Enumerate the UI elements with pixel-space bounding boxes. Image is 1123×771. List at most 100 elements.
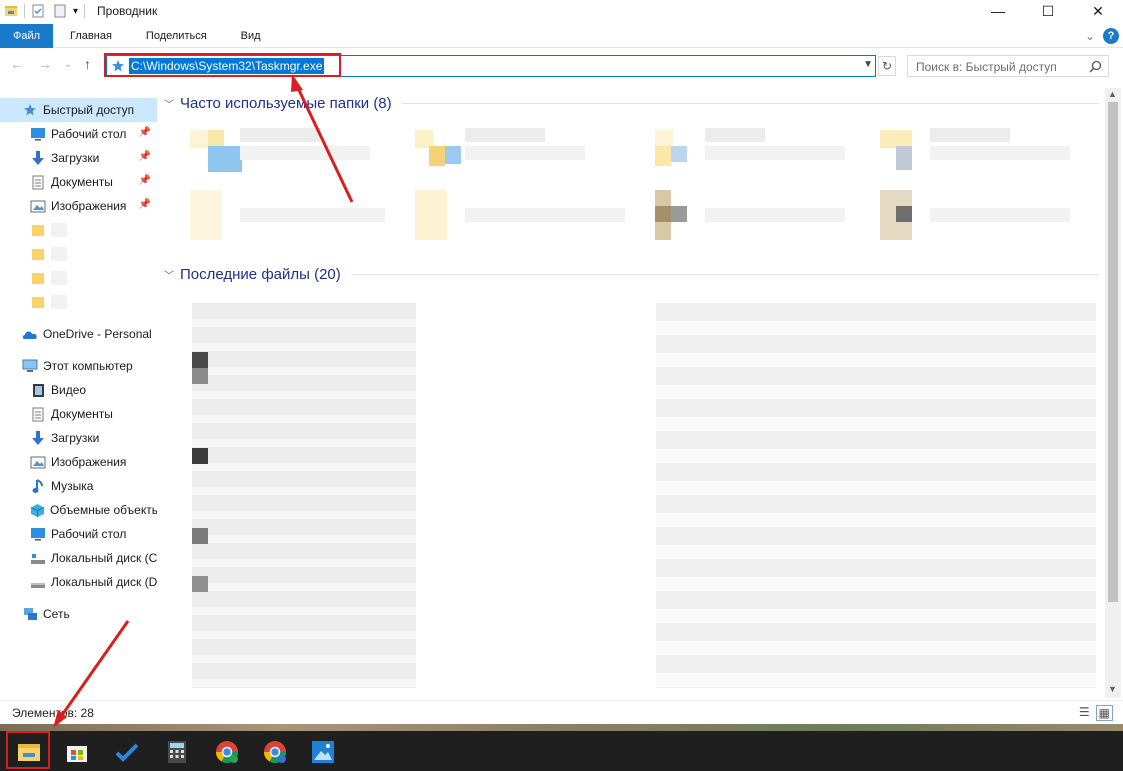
sidebar-item-label: Загрузки — [51, 151, 100, 165]
sidebar-item-downloads-pc[interactable]: Загрузки — [0, 426, 157, 450]
folder-tile[interactable] — [415, 126, 615, 176]
close-button[interactable]: ✕ — [1073, 0, 1123, 22]
pin-icon[interactable]: 📌 — [139, 175, 151, 186]
chrome-s-icon[interactable] — [258, 735, 292, 769]
folder-tile[interactable] — [880, 190, 1080, 240]
folder-icon — [30, 294, 46, 310]
chrome-c-icon[interactable] — [210, 735, 244, 769]
file-icon — [192, 528, 208, 544]
item-count: Элементов: 28 — [12, 706, 94, 720]
sidebar-item-3d-objects[interactable]: Объемные объекты — [0, 498, 157, 522]
help-icon[interactable]: ? — [1103, 28, 1119, 44]
folder-icon — [30, 270, 46, 286]
file-icon — [192, 576, 208, 592]
group-title: Последние файлы (20) — [180, 266, 341, 283]
sidebar-item-folder[interactable] — [0, 218, 157, 242]
sidebar-item-desktop-pc[interactable]: Рабочий стол — [0, 522, 157, 546]
sidebar-item-pictures[interactable]: Изображения 📌 — [0, 194, 157, 218]
blurred-label — [51, 295, 67, 309]
properties-icon[interactable] — [31, 4, 45, 18]
pin-icon[interactable]: 📌 — [139, 127, 151, 138]
folder-icon — [30, 222, 46, 238]
onedrive-cloud-icon — [22, 326, 38, 342]
sidebar-item-label: Локальный диск (D:) — [51, 575, 157, 589]
search-box[interactable]: Поиск в: Быстрый доступ — [907, 55, 1109, 77]
tab-share[interactable]: Поделиться — [129, 24, 224, 48]
new-folder-icon[interactable] — [53, 4, 67, 18]
network-icon — [22, 606, 38, 622]
sidebar-item-desktop[interactable]: Рабочий стол 📌 — [0, 122, 157, 146]
separator — [84, 4, 86, 18]
title-bar: ▾ Проводник — ☐ ✕ — [0, 0, 1123, 22]
search-input[interactable]: Поиск в: Быстрый доступ — [916, 60, 1057, 74]
folder-tile[interactable] — [655, 190, 855, 240]
sidebar-item-label: Сеть — [43, 607, 70, 621]
photos-icon[interactable] — [306, 735, 340, 769]
taskbar — [0, 731, 1123, 771]
folder-tile[interactable] — [190, 190, 390, 240]
sidebar-item-documents[interactable]: Документы 📌 — [0, 170, 157, 194]
sidebar-item-label: Документы — [51, 407, 113, 421]
tab-home[interactable]: Главная — [53, 24, 129, 48]
window-title: Проводник — [97, 4, 158, 18]
sidebar-item-this-pc[interactable]: Этот компьютер — [0, 354, 157, 378]
sidebar-item-drive-d[interactable]: Локальный диск (D:) — [0, 570, 157, 594]
store-icon[interactable] — [60, 735, 94, 769]
todo-icon[interactable] — [110, 735, 144, 769]
sidebar-item-downloads[interactable]: Загрузки 📌 — [0, 146, 157, 170]
calculator-icon[interactable] — [160, 735, 194, 769]
frequent-folders-header[interactable]: ﹀ Часто используемые папки (8) — [164, 95, 1099, 112]
folder-tile[interactable] — [415, 190, 625, 240]
sidebar-item-onedrive[interactable]: OneDrive - Personal — [0, 322, 157, 346]
chevron-down-icon[interactable]: ﹀ — [164, 96, 174, 111]
status-bar: Элементов: 28 ☰ ▦ — [0, 700, 1123, 724]
recent-locations-button[interactable]: ⌄ — [64, 59, 72, 70]
sidebar-item-label: Быстрый доступ — [43, 103, 135, 117]
vertical-scrollbar[interactable]: ▲ ▼ — [1105, 88, 1121, 698]
large-icons-view-icon[interactable]: ▦ — [1095, 705, 1113, 721]
up-button[interactable]: ↑ — [84, 56, 91, 72]
sidebar-item-label: Видео — [51, 383, 87, 397]
pin-icon[interactable]: 📌 — [139, 151, 151, 162]
scroll-up-icon[interactable]: ▲ — [1108, 89, 1117, 99]
drive-c-icon — [30, 550, 46, 566]
sidebar-item-video[interactable]: Видео — [0, 378, 157, 402]
sidebar-item-label: Документы — [51, 175, 113, 189]
sidebar-item-quick-access[interactable]: Быстрый доступ — [0, 98, 157, 122]
navigation-pane: Быстрый доступ Рабочий стол 📌 Загрузки 📌… — [0, 98, 157, 698]
sidebar-item-drive-c[interactable]: Локальный диск (C:) — [0, 546, 157, 570]
sidebar-item-label: Объемные объекты — [50, 503, 157, 517]
folder-tile[interactable] — [655, 126, 855, 176]
folder-icon — [30, 246, 46, 262]
chevron-down-icon[interactable]: ﹀ — [164, 267, 174, 282]
quick-access-dropdown-icon[interactable]: ▾ — [73, 6, 78, 17]
tab-view[interactable]: Вид — [224, 24, 278, 48]
folder-tile[interactable] — [880, 126, 1080, 176]
pictures-icon — [30, 454, 46, 470]
forward-button[interactable]: → — [38, 56, 52, 72]
minimize-button[interactable]: — — [973, 0, 1023, 22]
sidebar-item-music[interactable]: Музыка — [0, 474, 157, 498]
file-icon — [192, 352, 208, 368]
maximize-button[interactable]: ☐ — [1023, 0, 1073, 22]
sidebar-item-folder[interactable] — [0, 242, 157, 266]
sidebar-item-folder[interactable] — [0, 290, 157, 314]
scroll-down-icon[interactable]: ▼ — [1108, 684, 1117, 694]
folder-tile[interactable] — [190, 126, 390, 176]
pin-icon[interactable]: 📌 — [139, 199, 151, 210]
sidebar-item-pictures-pc[interactable]: Изображения — [0, 450, 157, 474]
sidebar-item-documents-pc[interactable]: Документы — [0, 402, 157, 426]
refresh-button[interactable]: ↻ — [878, 56, 896, 76]
sidebar-item-network[interactable]: Сеть — [0, 602, 157, 626]
tab-file[interactable]: Файл — [0, 23, 54, 48]
recent-files-header[interactable]: ﹀ Последние файлы (20) — [164, 266, 1099, 283]
video-icon — [30, 382, 46, 398]
address-dropdown-icon[interactable]: ▼ — [863, 59, 873, 70]
back-button[interactable]: ← — [10, 56, 24, 72]
blurred-label — [51, 223, 67, 237]
ribbon-expand-icon[interactable]: ⌄ — [1085, 29, 1095, 43]
search-icon[interactable] — [1089, 60, 1102, 73]
sidebar-item-folder[interactable] — [0, 266, 157, 290]
details-view-icon[interactable]: ☰ — [1079, 705, 1090, 721]
scroll-thumb[interactable] — [1108, 102, 1118, 602]
